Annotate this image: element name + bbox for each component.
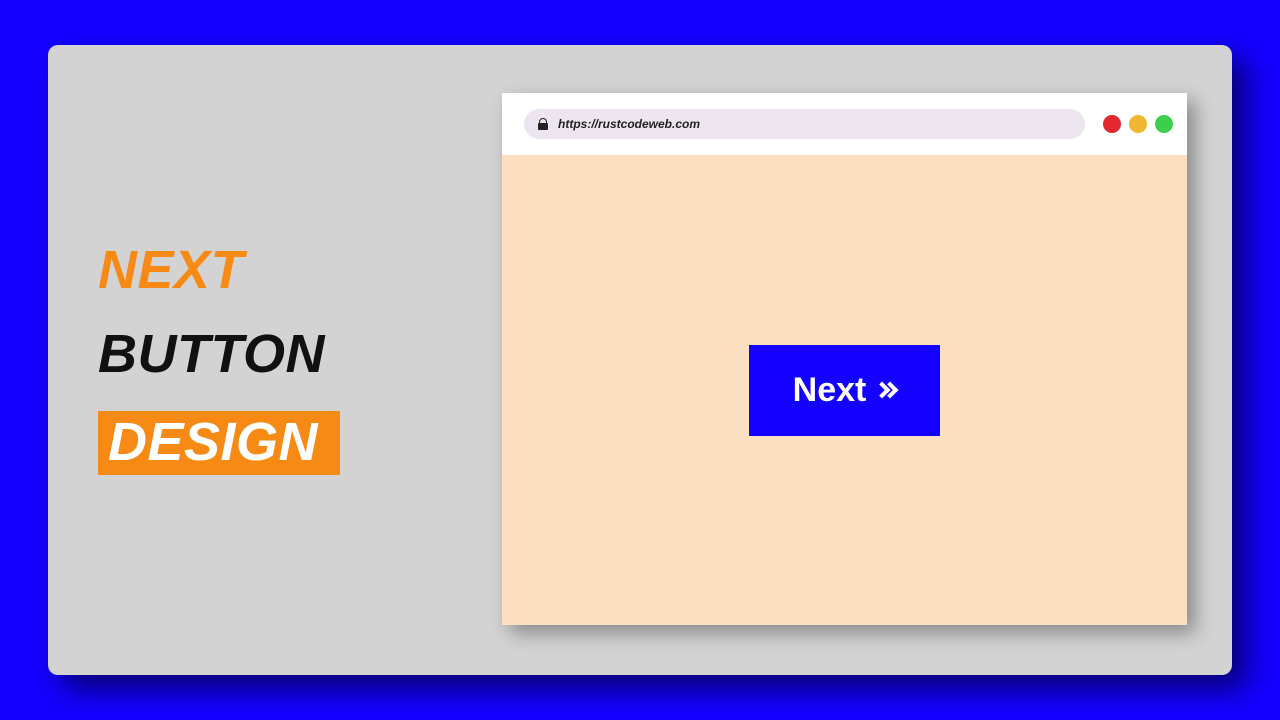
next-button-label: Next <box>793 371 867 410</box>
window-controls <box>1103 115 1173 133</box>
title-line-1: NEXT <box>98 243 244 297</box>
address-url: https://rustcodeweb.com <box>558 117 700 131</box>
title-line-3: DESIGN <box>98 411 340 475</box>
lock-icon <box>538 118 548 130</box>
preview-area: https://rustcodeweb.com Next <box>502 45 1232 675</box>
title-line-2: BUTTON <box>98 327 325 381</box>
browser-viewport: Next <box>502 155 1187 625</box>
window-maximize-dot[interactable] <box>1155 115 1173 133</box>
title-block: NEXT BUTTON DESIGN <box>48 45 502 675</box>
browser-mockup: https://rustcodeweb.com Next <box>502 93 1187 625</box>
next-button[interactable]: Next <box>749 345 941 436</box>
browser-chrome: https://rustcodeweb.com <box>502 93 1187 155</box>
main-card: NEXT BUTTON DESIGN https://rustcodeweb.c… <box>48 45 1232 675</box>
address-bar[interactable]: https://rustcodeweb.com <box>524 109 1085 139</box>
window-minimize-dot[interactable] <box>1129 115 1147 133</box>
chevron-right-double-icon <box>880 384 896 396</box>
window-close-dot[interactable] <box>1103 115 1121 133</box>
